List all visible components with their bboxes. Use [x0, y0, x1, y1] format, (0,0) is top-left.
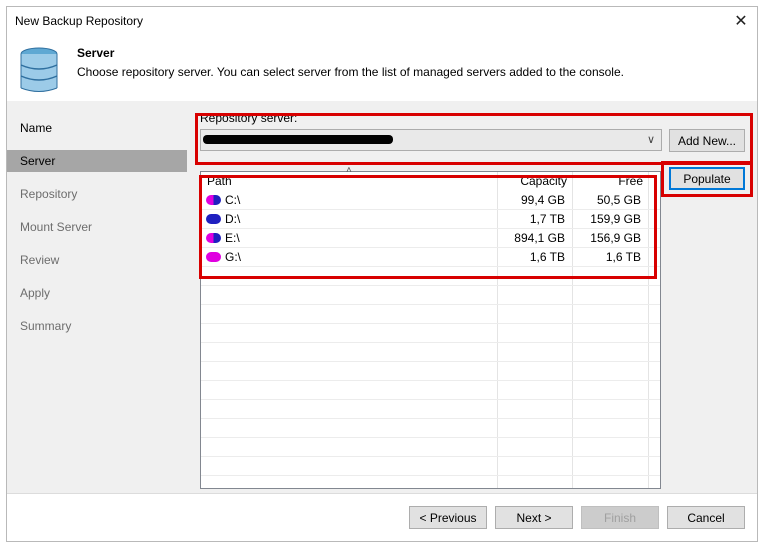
table-row-empty [201, 438, 660, 457]
sidebar-item-repository: Repository [20, 187, 78, 201]
disk-icon [206, 195, 221, 205]
new-backup-repository-dialog: New Backup Repository ✕ Server Choose re… [6, 6, 758, 542]
disk-icon [206, 233, 221, 243]
add-new-button[interactable]: Add New... [669, 129, 745, 152]
sidebar-item-review: Review [20, 253, 60, 267]
chevron-down-icon[interactable]: ∨ [647, 133, 655, 146]
window-title: New Backup Repository [15, 14, 144, 28]
repository-server-select[interactable]: ∨ [200, 129, 662, 151]
cell-path: C:\ [225, 193, 241, 207]
step-description: Choose repository server. You can select… [77, 65, 624, 79]
sort-ascending-icon: ˄ [346, 165, 352, 176]
column-header-free[interactable]: Free [591, 172, 643, 190]
wizard-header: Server Choose repository server. You can… [7, 35, 757, 101]
previous-button[interactable]: < Previous [409, 506, 487, 529]
database-icon [20, 47, 58, 92]
table-row[interactable]: C:\ 99,4 GB 50,5 GB [201, 191, 660, 210]
table-row[interactable]: E:\ 894,1 GB 156,9 GB [201, 229, 660, 248]
column-header-capacity[interactable]: Capacity [519, 172, 567, 190]
cell-path: E:\ [225, 231, 240, 245]
sidebar-item-apply: Apply [20, 286, 51, 300]
repository-server-label: Repository server: [200, 111, 298, 125]
table-row-empty [201, 343, 660, 362]
cell-free: 1,6 TB [605, 250, 641, 264]
table-row[interactable]: D:\ 1,7 TB 159,9 GB [201, 210, 660, 229]
sidebar-item-mount-server: Mount Server [20, 220, 93, 234]
cell-path: D:\ [225, 212, 241, 226]
title-bar: New Backup Repository ✕ [7, 7, 757, 35]
table-row-empty [201, 324, 660, 343]
step-title: Server [77, 46, 115, 60]
table-row-empty [201, 286, 660, 305]
table-row-empty [201, 267, 660, 286]
column-header-path[interactable]: Path [207, 172, 232, 190]
cell-capacity: 99,4 GB [520, 193, 565, 207]
cell-capacity: 1,7 TB [529, 212, 565, 226]
step-content: Repository server: ∨ Add New... Populate… [187, 101, 757, 493]
table-row[interactable]: G:\ 1,6 TB 1,6 TB [201, 248, 660, 267]
cell-path: G:\ [225, 250, 242, 264]
sidebar-item-name[interactable]: Name [7, 117, 187, 139]
redacted-server-name [203, 135, 393, 144]
disk-table: ˄ Path Capacity Free C:\ 99,4 GB 50,5 GB… [200, 165, 661, 489]
cell-capacity: 1,6 TB [529, 250, 565, 264]
table-row-empty [201, 381, 660, 400]
cell-free: 159,9 GB [590, 212, 641, 226]
cell-free: 50,5 GB [596, 193, 641, 207]
populate-button[interactable]: Populate [669, 167, 745, 190]
finish-button: Finish [581, 506, 659, 529]
table-row-empty [201, 362, 660, 381]
cell-capacity: 894,1 GB [514, 231, 565, 245]
table-row-empty [201, 400, 660, 419]
wizard-steps-sidebar: Name Server Repository Mount Server Revi… [7, 101, 187, 493]
footer-divider [7, 493, 757, 494]
disk-icon [206, 252, 221, 262]
next-button[interactable]: Next > [495, 506, 573, 529]
table-row-empty [201, 457, 660, 476]
disk-icon [206, 214, 221, 224]
close-icon[interactable]: ✕ [729, 9, 753, 33]
cell-free: 156,9 GB [590, 231, 641, 245]
table-row-empty [201, 305, 660, 324]
sidebar-item-summary: Summary [20, 319, 72, 333]
sidebar-item-server[interactable]: Server [7, 150, 187, 172]
table-row-empty [201, 419, 660, 438]
cancel-button[interactable]: Cancel [667, 506, 745, 529]
